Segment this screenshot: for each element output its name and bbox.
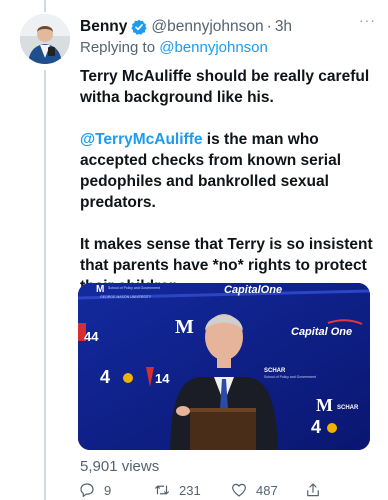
media-schar-right: SCHAR	[337, 405, 359, 411]
verified-icon	[131, 19, 147, 35]
replying-to: Replying to @bennyjohnson	[80, 39, 268, 56]
media-channel-4: 4	[100, 367, 110, 387]
separator-dot: ·	[266, 18, 272, 35]
retweet-count: 231	[179, 482, 201, 498]
thread-line-top	[44, 0, 46, 12]
timestamp[interactable]: 3h	[275, 18, 292, 36]
more-icon[interactable]: ···	[359, 12, 376, 28]
tweet-media-image[interactable]: M School of Policy and Government GEORGE…	[78, 283, 370, 450]
like-count: 487	[256, 482, 278, 498]
like-button[interactable]: 487	[230, 481, 278, 499]
mention-link[interactable]: @TerryMcAuliffe	[80, 131, 203, 148]
media-schar-center: SCHAR	[264, 368, 286, 374]
replying-handle-link[interactable]: @bennyjohnson	[159, 39, 268, 56]
retweet-button[interactable]: 231	[153, 481, 201, 499]
reply-button[interactable]: 9	[78, 481, 111, 499]
media-channel-44: 44	[84, 329, 99, 344]
tweet-text: Terry McAuliffe should be really careful…	[80, 66, 375, 318]
author-handle[interactable]: @bennyjohnson	[151, 18, 263, 36]
author-name[interactable]: Benny	[80, 18, 127, 36]
avatar[interactable]	[20, 14, 70, 64]
media-channel-14: 14	[155, 371, 170, 386]
media-school-3: School of Policy and Government	[264, 375, 316, 379]
reply-count: 9	[104, 482, 112, 498]
media-brand-capitalone-top: CapitalOne	[224, 284, 282, 296]
tweet-paragraph-1: Terry McAuliffe should be really careful…	[80, 68, 370, 106]
tweet-header: Benny @bennyjohnson · 3h	[80, 17, 378, 37]
retweet-icon	[155, 485, 169, 495]
media-brand-m-left: M	[175, 316, 194, 338]
share-button[interactable]	[304, 481, 330, 499]
reply-icon	[80, 483, 94, 497]
replying-label: Replying to	[80, 39, 156, 56]
media-channel-4-right: 4	[311, 417, 321, 437]
avatar-image	[20, 14, 70, 64]
tweet-actions: 9 231 487	[78, 481, 378, 500]
tweet-paragraph-2: @TerryMcAuliffe is the man who accepted …	[80, 129, 375, 213]
view-count: 5,901 views	[80, 458, 160, 475]
share-icon	[307, 483, 319, 497]
media-brand-capitalone-right: Capital One	[291, 326, 352, 338]
media-brand-m: M	[96, 284, 104, 295]
media-brand-m-right: M	[316, 395, 333, 415]
media-school-1: School of Policy and Government	[108, 286, 160, 290]
like-icon	[232, 483, 246, 497]
debate-stage-photo: M School of Policy and Government GEORGE…	[78, 283, 370, 450]
media-school-2: GEORGE MASON UNIVERSITY	[100, 295, 152, 299]
thread-line	[44, 70, 46, 500]
